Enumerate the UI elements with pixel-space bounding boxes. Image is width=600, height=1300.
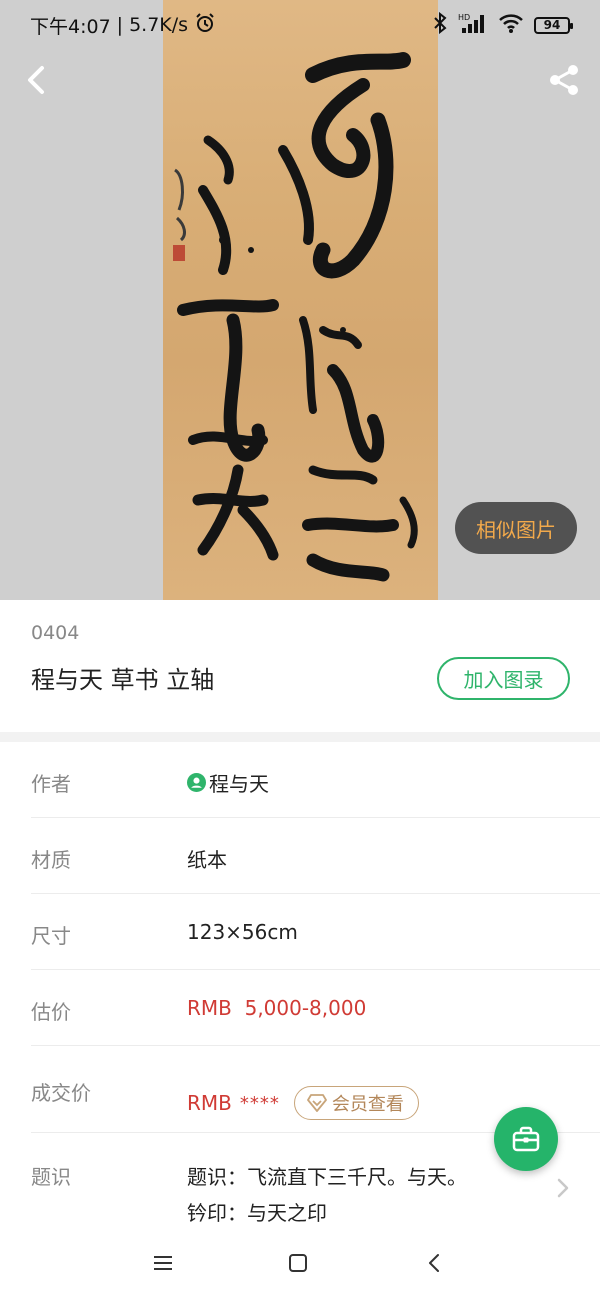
share-icon [550,65,578,95]
hd-signal-icon: HD [458,12,488,39]
nav-back-icon [429,1254,439,1272]
inscription-line-2: 钤印：与天之印 [187,1201,327,1225]
material-value: 纸本 [187,848,227,872]
nav-back-button[interactable] [420,1248,450,1278]
add-to-catalog-button[interactable]: 加入图录 [437,657,570,700]
battery-level: 94 [543,18,561,32]
deal-price-label: 成交价 [31,1081,91,1105]
inscription-line-1: 题识：飞流直下三千尺。与天。 [187,1165,467,1189]
detail-row-estimate: 估价 RMB 5,000-8,000 [31,970,600,1046]
back-button[interactable] [20,62,56,98]
author-label: 作者 [31,772,71,796]
home-button[interactable] [283,1248,313,1278]
diamond-icon [306,1094,327,1112]
deal-price-value: RMB **** 会员查看 [187,1086,419,1120]
item-title: 程与天 草书 立轴 [31,666,215,694]
similar-images-button[interactable]: 相似图片 [455,502,577,554]
lot-number: 0404 [31,622,80,644]
deal-price-masked: **** [239,1092,280,1114]
detail-list: 作者 程与天 材质 纸本 尺寸 123×56cm 估价 RMB 5,000-8,… [0,742,600,1243]
author-name: 程与天 [209,772,269,796]
size-label: 尺寸 [31,924,71,948]
share-button[interactable] [546,62,582,98]
system-nav-bar [0,1228,600,1300]
alarm-icon [194,12,216,39]
size-value: 123×56cm [187,920,298,944]
status-time: 下午4:07 [30,15,111,38]
bluetooth-icon [432,11,448,39]
section-divider [0,732,600,742]
briefcase-icon [512,1126,540,1152]
member-view-button[interactable]: 会员查看 [293,1086,419,1120]
calligraphy-scroll-image[interactable] [163,0,438,600]
detail-row-author: 作者 程与天 [31,742,600,818]
home-square-icon [289,1254,307,1272]
status-net-speed: 5.7K/s [129,14,189,36]
detail-row-material: 材质 纸本 [31,818,600,894]
chevron-right-icon[interactable] [553,1177,573,1199]
menu-icon [154,1256,172,1270]
deal-currency: RMB [187,1091,232,1115]
inscription-text: 题识：飞流直下三千尺。与天。 钤印：与天之印 [187,1159,467,1231]
status-bar: 下午4:07 | 5.7K/s HD 94 [0,0,600,50]
menu-button[interactable] [148,1248,178,1278]
battery-icon: 94 [534,16,573,34]
briefcase-fab-button[interactable] [494,1107,558,1171]
detail-row-size: 尺寸 123×56cm [31,894,600,970]
wifi-icon [498,12,524,39]
estimate-value: RMB 5,000-8,000 [187,996,367,1020]
status-divider: | [116,14,124,36]
estimate-label: 估价 [31,1000,71,1024]
author-link[interactable]: 程与天 [187,768,269,797]
back-icon [28,66,44,94]
inscription-label: 题识 [31,1165,71,1189]
person-icon [187,773,206,792]
member-view-label: 会员查看 [331,1094,404,1115]
calligraphy-strokes [173,52,418,582]
svg-text:HD: HD [458,13,470,22]
material-label: 材质 [31,848,71,872]
